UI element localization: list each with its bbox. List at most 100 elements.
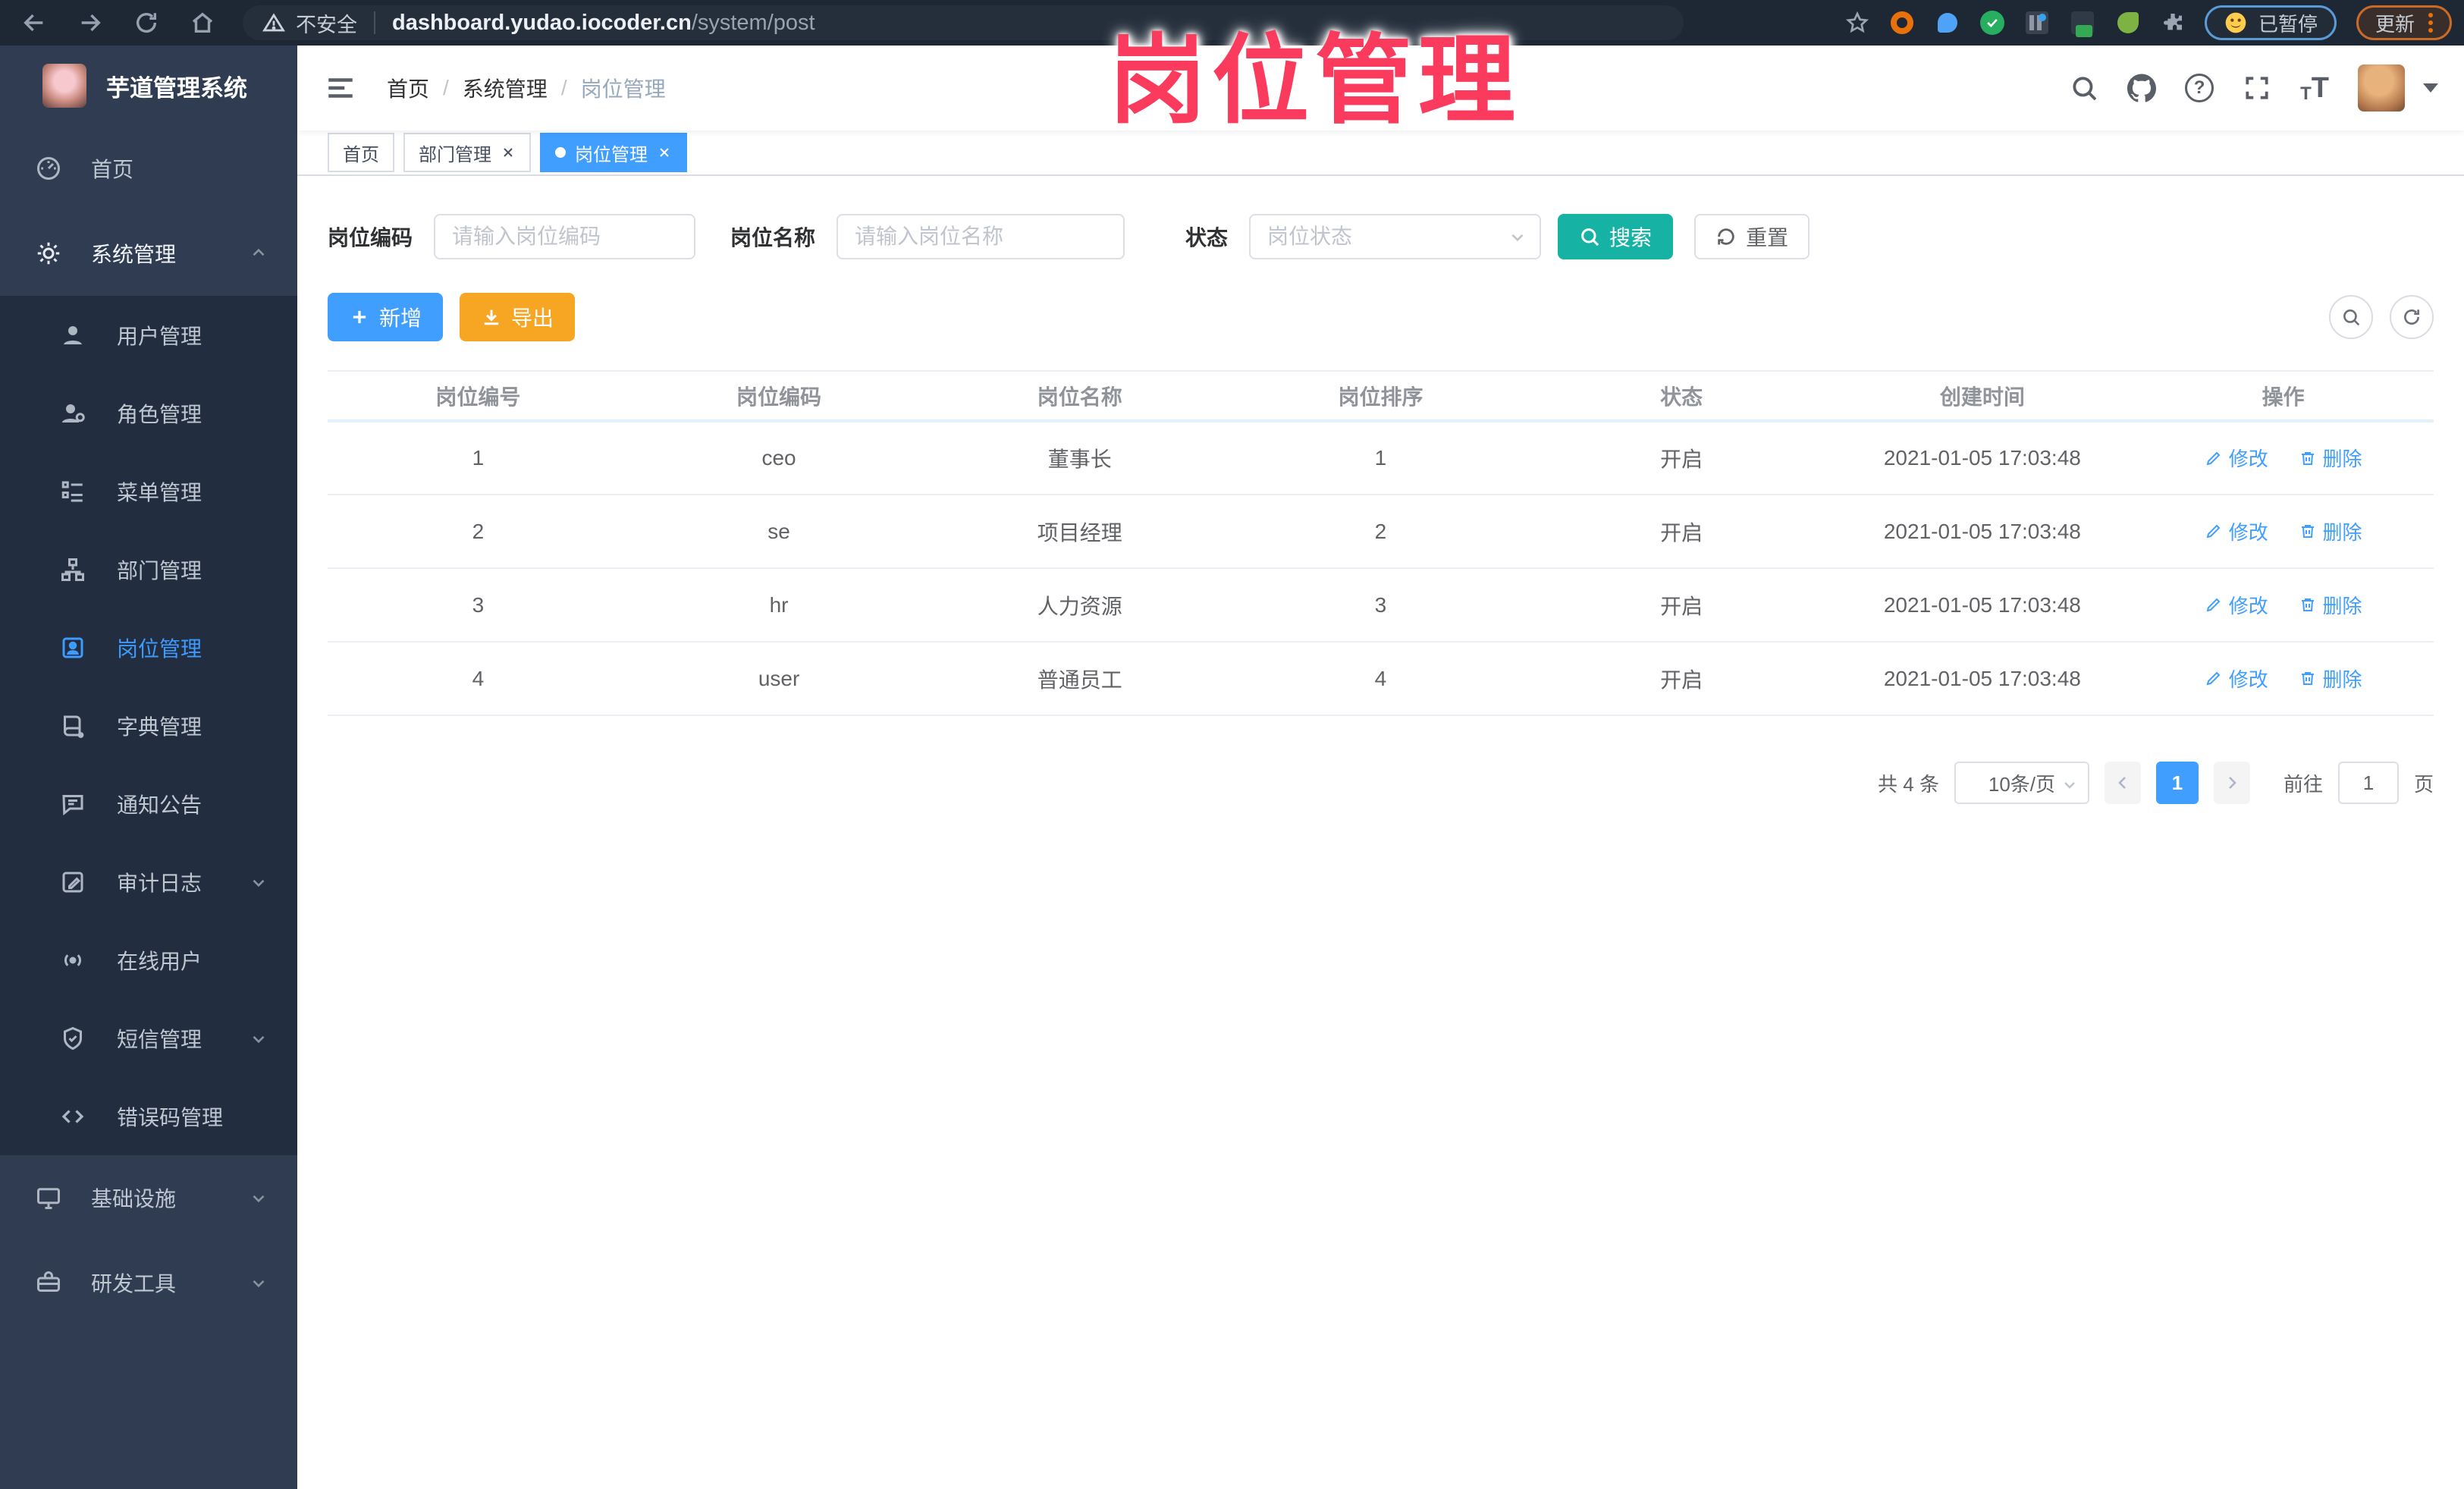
sidebar-item-online-users[interactable]: 在线用户: [0, 921, 297, 999]
page-size-select[interactable]: 10条/页: [1954, 762, 2089, 804]
sidebar-item-system[interactable]: 系统管理: [0, 211, 297, 296]
extension-orange-ring-icon[interactable]: [1889, 10, 1915, 36]
delete-link[interactable]: 删除: [2299, 517, 2362, 545]
cell-id: 3: [328, 568, 629, 642]
chevron-down-icon: [249, 872, 268, 892]
page-number-1[interactable]: 1: [2155, 762, 2199, 804]
cell-id: 1: [328, 421, 629, 495]
export-button[interactable]: 导出: [460, 293, 576, 341]
github-icon[interactable]: [2127, 74, 2157, 102]
cell-actions: 修改 删除: [2133, 421, 2434, 495]
page-size-value: 10条/页: [1988, 772, 2056, 796]
table-row: 1 ceo 董事长 1 开启 2021-01-05 17:03:48 修改 删除: [328, 421, 2434, 495]
extension-sidebar-icon[interactable]: [2024, 10, 2050, 36]
breadcrumb-home[interactable]: 首页: [387, 73, 429, 103]
sidebar-item-dict-mgmt[interactable]: 字典管理: [0, 686, 297, 765]
refresh-table-button[interactable]: [2390, 295, 2434, 339]
search-icon: [1579, 226, 1600, 247]
sidebar-item-error-code[interactable]: 错误码管理: [0, 1077, 297, 1155]
app-logo-row[interactable]: 芋道管理系统: [0, 46, 297, 126]
sidebar-item-menu-mgmt[interactable]: 菜单管理: [0, 452, 297, 530]
code-brackets-icon: [59, 1103, 86, 1130]
sidebar-item-home[interactable]: 首页: [0, 126, 297, 211]
delete-link[interactable]: 删除: [2299, 444, 2362, 472]
extension-location-icon[interactable]: [1935, 10, 1960, 36]
bookmark-star-icon[interactable]: [1845, 11, 1869, 35]
forward-icon[interactable]: [77, 10, 103, 36]
posts-table: 岗位编号 岗位编码 岗位名称 岗位排序 状态 创建时间 操作 1 ceo 董事长…: [328, 370, 2434, 716]
sidebar-item-infrastructure[interactable]: 基础设施: [0, 1155, 297, 1240]
dict-book-icon: [59, 712, 86, 740]
tab-close-icon[interactable]: [657, 145, 672, 160]
sidebar-item-label: 首页: [91, 158, 134, 181]
back-icon[interactable]: [21, 10, 47, 36]
tab-dept-mgmt[interactable]: 部门管理: [403, 133, 531, 172]
extension-leaf-icon[interactable]: [2115, 10, 2141, 36]
avatar-caret-down-icon[interactable]: [2423, 83, 2438, 93]
tab-close-icon[interactable]: [501, 145, 516, 160]
sidebar-item-sms-mgmt[interactable]: 短信管理: [0, 999, 297, 1077]
profile-paused-chip[interactable]: 已暂停: [2204, 5, 2337, 40]
avatar[interactable]: [2358, 64, 2405, 112]
edit-link[interactable]: 修改: [2205, 664, 2268, 693]
dept-tree-icon: [59, 556, 86, 583]
add-button[interactable]: 新增: [328, 293, 444, 341]
chevron-up-icon: [249, 243, 268, 263]
search-button[interactable]: 搜索: [1558, 214, 1674, 259]
cell-sort: 1: [1230, 421, 1531, 495]
post-code-input[interactable]: [434, 214, 696, 259]
post-name-input[interactable]: [837, 214, 1125, 259]
sms-shield-icon: [59, 1025, 86, 1052]
goto-suffix: 页: [2413, 772, 2434, 796]
sidebar-item-post-mgmt[interactable]: 岗位管理: [0, 608, 297, 686]
status-select[interactable]: [1249, 214, 1542, 259]
sidebar-item-label: 角色管理: [117, 402, 202, 426]
notice-bubble-icon: [59, 790, 86, 818]
toggle-search-button[interactable]: [2329, 295, 2373, 339]
edit-link[interactable]: 修改: [2205, 591, 2268, 619]
tab-post-mgmt[interactable]: 岗位管理: [540, 133, 687, 172]
tab-home[interactable]: 首页: [328, 133, 394, 172]
online-broadcast-icon: [59, 947, 86, 974]
sidebar-item-label: 在线用户: [117, 949, 202, 973]
edit-link[interactable]: 修改: [2205, 517, 2268, 545]
extension-gtm-icon[interactable]: [2070, 10, 2095, 37]
header-search-icon[interactable]: [2070, 74, 2098, 102]
cell-name: 人力资源: [929, 568, 1231, 642]
goto-page-input[interactable]: [2337, 762, 2399, 804]
extension-check-icon[interactable]: [1979, 11, 2004, 35]
reset-button[interactable]: 重置: [1694, 214, 1810, 259]
help-icon[interactable]: ?: [2185, 74, 2214, 102]
sidebar-item-audit-log[interactable]: 审计日志: [0, 843, 297, 921]
edit-link[interactable]: 修改: [2205, 444, 2268, 472]
cell-name: 项目经理: [929, 495, 1231, 569]
update-button[interactable]: 更新: [2356, 5, 2452, 40]
breadcrumb: 首页 / 系统管理 / 岗位管理: [387, 73, 666, 103]
sidebar-item-dept-mgmt[interactable]: 部门管理: [0, 530, 297, 608]
sidebar-item-notice[interactable]: 通知公告: [0, 765, 297, 843]
sidebar-item-user-mgmt[interactable]: 用户管理: [0, 296, 297, 374]
table-header-row: 岗位编号 岗位编码 岗位名称 岗位排序 状态 创建时间 操作: [328, 371, 2434, 423]
prev-page-button[interactable]: [2104, 762, 2141, 804]
font-size-icon[interactable]: TT: [2300, 72, 2329, 105]
delete-link[interactable]: 删除: [2299, 591, 2362, 619]
next-page-button[interactable]: [2213, 762, 2250, 804]
cell-actions: 修改 删除: [2133, 642, 2434, 716]
tab-label: 岗位管理: [575, 144, 648, 165]
breadcrumb-separator: /: [443, 76, 449, 99]
sidebar-item-label: 通知公告: [117, 793, 202, 817]
reload-icon[interactable]: [133, 10, 159, 36]
hamburger-icon[interactable]: [325, 72, 356, 104]
cell-name: 董事长: [929, 421, 1231, 495]
browser-menu-kebab-icon[interactable]: [2428, 13, 2433, 33]
home-icon[interactable]: [190, 10, 215, 36]
delete-link[interactable]: 删除: [2299, 664, 2362, 693]
cell-created: 2021-01-05 17:03:48: [1832, 642, 2133, 716]
extensions-puzzle-icon[interactable]: [2161, 11, 2185, 35]
cell-sort: 2: [1230, 495, 1531, 569]
sidebar-item-role-mgmt[interactable]: 角色管理: [0, 374, 297, 452]
status-select-input[interactable]: [1249, 214, 1542, 259]
breadcrumb-system[interactable]: 系统管理: [463, 73, 548, 103]
fullscreen-icon[interactable]: [2243, 74, 2271, 102]
sidebar-item-dev-tools[interactable]: 研发工具: [0, 1240, 297, 1325]
